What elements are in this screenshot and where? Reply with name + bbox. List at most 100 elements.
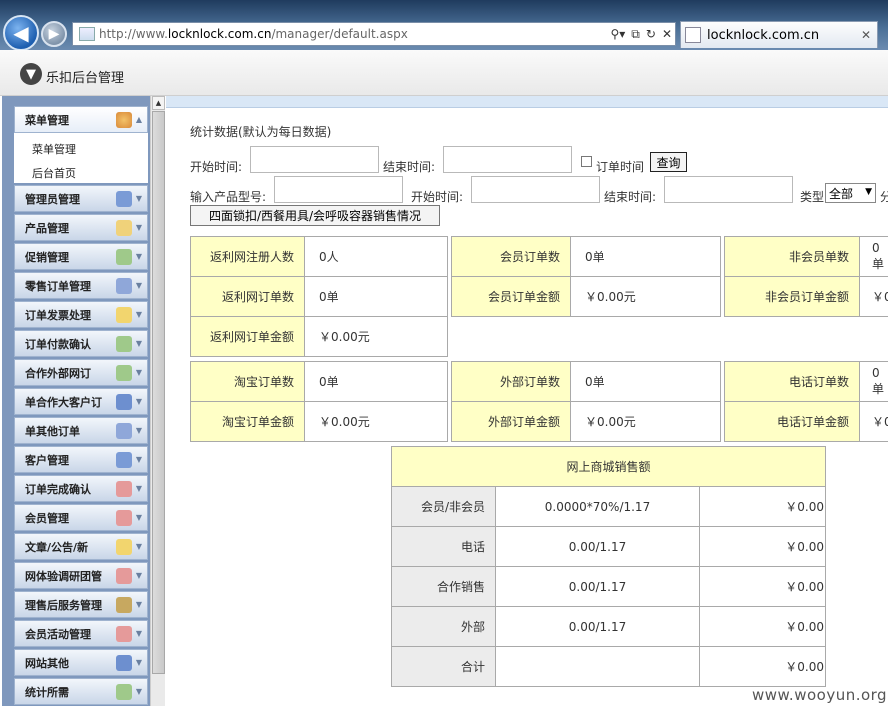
watermark: www.wooyun.org [752,686,888,704]
product-model-input[interactable] [274,176,403,203]
sidebar-item[interactable]: 文章/公告/新 ▼ [14,533,148,560]
menu-item-icon [115,422,132,439]
type-select-value: 全部 [829,186,854,201]
table-row: 外部 0.00/1.17 ￥0.00 [391,606,827,647]
menu-item-icon [115,567,132,584]
table-row: 网上商城销售额 [390,446,827,487]
sidebar-item[interactable]: 客户管理 ▼ [14,446,148,473]
back-button[interactable]: ◀ [3,15,39,51]
scroll-up-icon[interactable]: ▲ [152,96,165,110]
sidebar-item[interactable]: 零售订单管理 ▼ [14,272,148,299]
sidebar-item-label: 客户管理 [25,453,69,467]
scroll-thumb[interactable] [152,111,165,674]
chevron-down-icon: ▼ [135,629,142,638]
tab-title: locknlock.com.cn [707,27,820,43]
page-icon [79,27,95,41]
menu-item-icon [115,509,132,526]
type-label: 类型 [800,190,825,204]
table-row: 电话订单金额 ￥0 [724,401,888,442]
sidebar-item-label: 零售订单管理 [25,279,91,293]
start-time-label: 开始时间: [190,160,243,174]
sidebar-item[interactable]: 订单完成确认 ▼ [14,475,148,502]
collapse-down-icon[interactable]: ▼ [20,63,42,85]
sidebar-item-label: 理售后服务管理 [25,598,102,612]
sales-title: 网上商城销售额 [390,446,827,487]
menu-item-icon [115,480,132,497]
chevron-down-icon: ▼ [135,571,142,580]
table-row: 返利网订单金额 ￥0.00元 [190,316,448,357]
palette-icon [115,111,132,128]
refresh-icon[interactable]: ↻ [646,27,656,41]
menu-item-icon [115,683,132,700]
order-time-checkbox[interactable] [581,156,592,167]
sidebar-item[interactable]: 合作外部网订 ▼ [14,359,148,386]
table-row: 返利网订单数 0单 [190,276,448,317]
app-header: ▼ 乐扣后台管理 [0,50,888,96]
sidebar-item[interactable]: 网站其他 ▼ [14,649,148,676]
sidebar-item-label: 订单完成确认 [25,482,91,496]
submenu: 菜单管理 后台首页 [14,133,148,183]
sidebar-item-label: 订单付款确认 [25,337,91,351]
query-button[interactable]: 查询 [650,152,687,172]
content-top-bar [166,96,888,108]
type-select[interactable]: 全部 ▼ [825,183,876,203]
sales-report-button[interactable]: 四面锁扣/西餐用具/会呼吸容器销售情况 [190,205,440,226]
menu-item-icon [115,451,132,468]
stop-icon[interactable]: ✕ [662,27,672,41]
menu-item-icon [115,219,132,236]
tab-close-icon[interactable]: ✕ [861,28,871,42]
product-model-label: 输入产品型号: [190,190,267,204]
table-row: 合计 ￥0.00 [391,646,827,687]
stats-table-nonmember: 非会员单数 0单 非会员订单金额 ￥0 [724,236,888,317]
start-time-input-2[interactable] [471,176,600,203]
start-time-label-2: 开始时间: [411,190,464,204]
sidebar-item-label: 会员管理 [25,511,69,525]
address-url[interactable]: http://www.locknlock.com.cn/manager/defa… [99,27,607,41]
sidebar-item[interactable]: 单合作大客户订 ▼ [14,388,148,415]
browser-tab[interactable]: locknlock.com.cn ✕ [680,21,878,48]
chevron-down-icon: ▼ [135,223,142,232]
sidebar-item[interactable]: 单其他订单 ▼ [14,417,148,444]
menu-item-icon [115,335,132,352]
chevron-down-icon: ▼ [135,194,142,203]
table-row: 淘宝订单数 0单 [190,361,448,402]
sidebar: 菜单管理 ▲ 菜单管理 后台首页 管理员管理 ▼ 产品管理 ▼ 促销管理 ▼ 零售订单管理 ▼… [0,96,166,706]
sidebar-item[interactable]: 订单发票处理 ▼ [14,301,148,328]
table-row: 非会员订单金额 ￥0 [724,276,888,317]
sidebar-item[interactable]: 产品管理 ▼ [14,214,148,241]
stats-table-member: 会员订单数 0单 会员订单金额 ￥0.00元 [451,236,721,317]
sidebar-item-label: 会员活动管理 [25,627,91,641]
end-time-input-2[interactable] [664,176,793,203]
forward-button[interactable]: ▶ [41,21,67,47]
stats-table-taobao: 淘宝订单数 0单 淘宝订单金额 ￥0.00元 [190,361,448,442]
sidebar-item[interactable]: 统计所需 ▼ [14,678,148,705]
compat-view-icon[interactable]: ⧉ [631,27,640,42]
sidebar-item-label: 单合作大客户订 [25,395,102,409]
sidebar-item[interactable]: 理售后服务管理 ▼ [14,591,148,618]
chevron-down-icon: ▼ [135,513,142,522]
sidebar-item[interactable]: 订单付款确认 ▼ [14,330,148,357]
sidebar-item[interactable]: 管理员管理 ▼ [14,185,148,212]
sidebar-item-menu-management[interactable]: 菜单管理 ▲ [14,106,148,133]
chevron-down-icon: ▼ [135,368,142,377]
sidebar-item[interactable]: 促销管理 ▼ [14,243,148,270]
end-time-input[interactable] [443,146,572,173]
address-bar[interactable]: http://www.locknlock.com.cn/manager/defa… [72,22,676,46]
menu-item-icon [115,248,132,265]
table-row: 外部订单数 0单 [451,361,721,402]
table-row: 非会员单数 0单 [724,236,888,277]
table-row: 返利网注册人数 0人 [190,236,448,277]
sidebar-item[interactable]: 网体验调研团管 ▼ [14,562,148,589]
chevron-down-icon: ▼ [865,187,872,197]
submenu-item-menu[interactable]: 菜单管理 [32,141,76,157]
chevron-down-icon: ▼ [135,339,142,348]
sidebar-item[interactable]: 会员管理 ▼ [14,504,148,531]
sidebar-item-label: 合作外部网订 [25,366,91,380]
search-dropdown-icon[interactable]: ⚲▾ [610,27,625,41]
sidebar-item[interactable]: 会员活动管理 ▼ [14,620,148,647]
app-title: 乐扣后台管理 [46,71,125,86]
start-time-input[interactable] [250,146,379,173]
sidebar-scrollbar[interactable]: ▲ [150,96,165,706]
submenu-item-home[interactable]: 后台首页 [32,165,76,181]
menu-item-icon [115,654,132,671]
